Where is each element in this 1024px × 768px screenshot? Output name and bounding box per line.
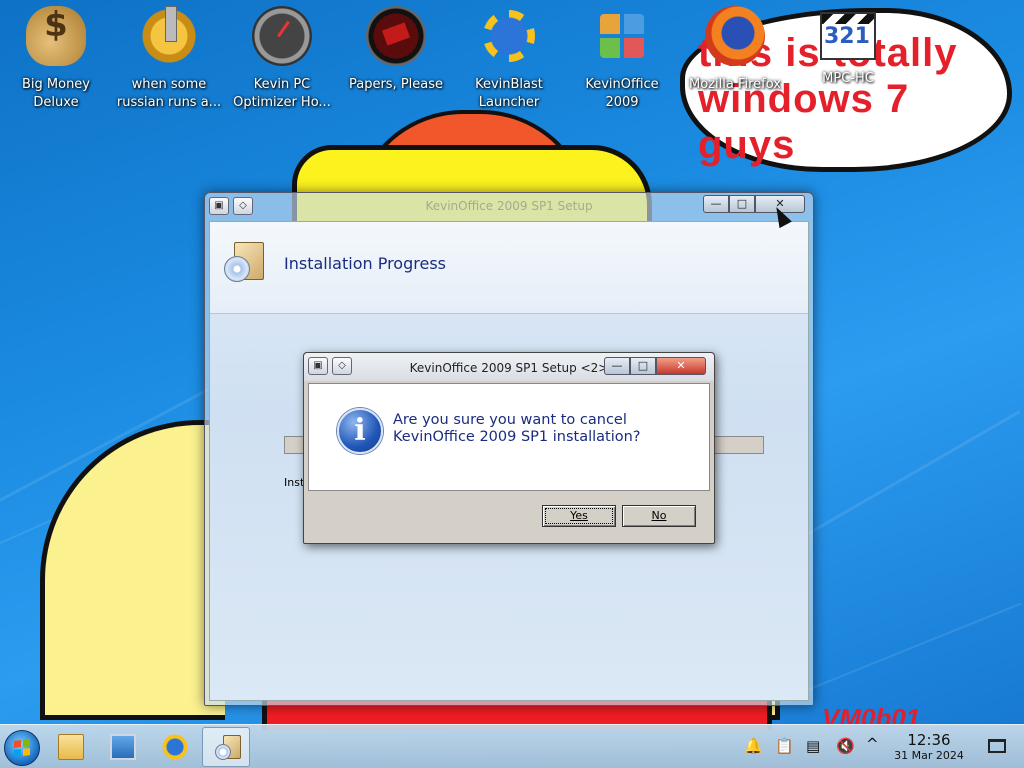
firefox-icon [705,6,765,66]
clock-date[interactable]: 31 Mar 2024 [886,749,972,762]
dialog-minimize-button[interactable]: — [604,357,630,375]
kevinblast-icon [479,6,539,66]
desktop-icon-mpc-hc[interactable]: MPC-HC [792,6,904,88]
show-desktop-icon[interactable] [988,739,1006,753]
desktop-icon-label: Kevin PC Optimizer Ho... [233,77,331,110]
office-icon [600,14,644,58]
desktop-icon-label: KevinOffice 2009 [585,77,659,110]
volume-muted-icon[interactable]: 🔇 [836,737,855,755]
installer-titlebar[interactable]: ▣ ◇ KevinOffice 2009 SP1 Setup — □ ✕ [205,193,813,221]
folder-icon [58,734,84,760]
desktop-icon-russian[interactable]: when some russian runs a... [113,6,225,112]
monitor-icon [110,734,136,760]
clock-time[interactable]: 12:36 [900,731,958,749]
wallpaper-streak [779,602,1022,702]
installer-header-title: Installation Progress [284,254,446,273]
dialog-message-line2: KevinOffice 2009 SP1 installation? [393,429,641,445]
tray-expand-icon[interactable]: ^ [866,735,879,753]
notification-bell-icon[interactable]: 🔔 [744,737,763,755]
minimize-button[interactable]: — [703,195,729,213]
dialog-titlebar[interactable]: ▣ ◇ KevinOffice 2009 SP1 Setup <2> — □ ✕ [304,353,714,381]
dialog-message: Are you sure you want to cancel KevinOff… [393,412,641,446]
dialog-close-button[interactable]: ✕ [656,357,706,375]
gauge-icon [252,6,312,66]
taskbar-app-system-monitor[interactable] [98,727,146,767]
taskbar-app-kevinblast[interactable] [150,727,198,767]
storage-icon[interactable]: ▤ [806,737,820,755]
desktop-icon-label: Papers, Please [348,77,444,92]
info-icon: i [337,408,383,454]
desktop-icon-label: Mozilla Firefox [689,77,781,92]
desktop-icon-label: when some russian runs a... [116,77,222,110]
taskbar-app-file-manager[interactable] [46,727,94,767]
taskbar: 🔔 📋 ▤ 🔇 ^ 12:36 31 Mar 2024 [0,724,1024,768]
install-box-icon [215,735,241,761]
papers-please-icon [366,6,426,66]
mpc-hc-icon [820,12,876,60]
desktop-icon-label: MPC-HC [822,71,874,86]
desktop-icon-label: KevinBlast Launcher [475,77,543,110]
desktop-icon-kevinoffice[interactable]: KevinOffice 2009 [566,6,678,112]
installer-header: Installation Progress [210,222,808,314]
cancel-confirm-dialog: ▣ ◇ KevinOffice 2009 SP1 Setup <2> — □ ✕… [303,352,715,544]
desktop-icon-kevin-pc-optimizer[interactable]: Kevin PC Optimizer Ho... [226,6,338,112]
dialog-message-line1: Are you sure you want to cancel [393,412,627,428]
money-bag-icon [26,6,86,66]
taskbar-app-kevinoffice-setup[interactable] [202,727,250,767]
no-button[interactable]: No [622,505,696,527]
desktop-icon-big-money-deluxe[interactable]: Big Money Deluxe [0,6,112,112]
start-button[interactable] [4,730,40,766]
dialog-maximize-button[interactable]: □ [630,357,656,375]
desktop-icon-papers-please[interactable]: Papers, Please [340,6,452,94]
desktop-icon-firefox[interactable]: Mozilla Firefox [679,6,791,94]
yes-button[interactable]: Yes [542,505,616,527]
install-box-icon [224,240,268,284]
clipboard-icon[interactable]: 📋 [775,737,794,755]
maximize-button[interactable]: □ [729,195,755,213]
desktop-icon-label: Big Money Deluxe [21,77,90,110]
kevinblast-icon [162,734,188,760]
dialog-message-area: i Are you sure you want to cancel KevinO… [308,383,710,491]
gear-lever-icon [139,6,199,66]
desktop-icon-kevinblast[interactable]: KevinBlast Launcher [453,6,565,112]
